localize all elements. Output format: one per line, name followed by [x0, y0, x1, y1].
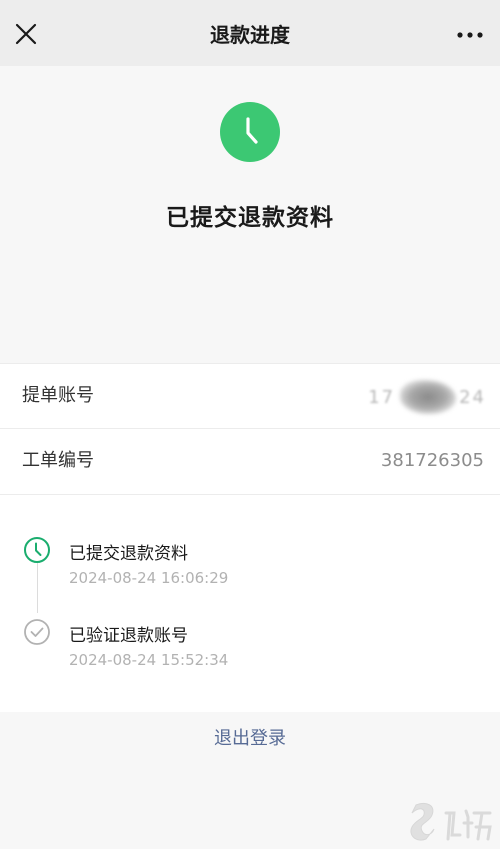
ticket-info: 提单账号 17 24 工单编号 381726305 [0, 363, 500, 494]
account-value-tail: 24 [459, 386, 486, 408]
footer: 退出登录 [0, 712, 500, 849]
page-title: 退款进度 [210, 23, 290, 47]
more-dots-icon [457, 32, 483, 38]
status-hero: 已提交退款资料 [0, 66, 500, 363]
progress-timeline: 已提交退款资料 2024-08-24 16:06:29 已验证退款账号 2024… [0, 494, 500, 713]
account-label: 提单账号 [22, 385, 94, 406]
timeline-item-title: 已验证退款账号 [69, 626, 188, 646]
timeline-item: 已验证退款账号 2024-08-24 15:52:34 [0, 615, 500, 675]
account-value-redacted: 17 24 [368, 378, 486, 416]
timeline-item-title: 已提交退款资料 [69, 544, 188, 564]
nav-bar: 退款进度 [0, 0, 500, 66]
status-title: 已提交退款资料 [166, 205, 334, 231]
site-watermark-logo [410, 802, 492, 841]
ticket-number-value: 381726305 [380, 450, 484, 471]
info-row-ticket-number: 工单编号 381726305 [0, 429, 500, 493]
logout-link[interactable]: 退出登录 [0, 724, 500, 750]
refund-progress-page: 退款进度 已提交退款资料 提单账号 17 24 工单编号 381726305 已… [0, 0, 500, 849]
account-value-head: 17 [368, 386, 396, 408]
timeline-item-time: 2024-08-24 16:06:29 [69, 569, 229, 587]
redaction-smudge [400, 380, 456, 414]
check-circle-icon [24, 619, 50, 645]
ticket-number-label: 工单编号 [22, 450, 94, 471]
more-options-button[interactable] [452, 20, 488, 50]
timeline-item: 已提交退款资料 2024-08-24 16:06:29 [0, 533, 500, 593]
clock-icon [220, 102, 280, 162]
timeline-item-time: 2024-08-24 15:52:34 [69, 651, 229, 669]
clock-icon [24, 537, 50, 563]
info-row-account: 提单账号 17 24 [0, 364, 500, 429]
